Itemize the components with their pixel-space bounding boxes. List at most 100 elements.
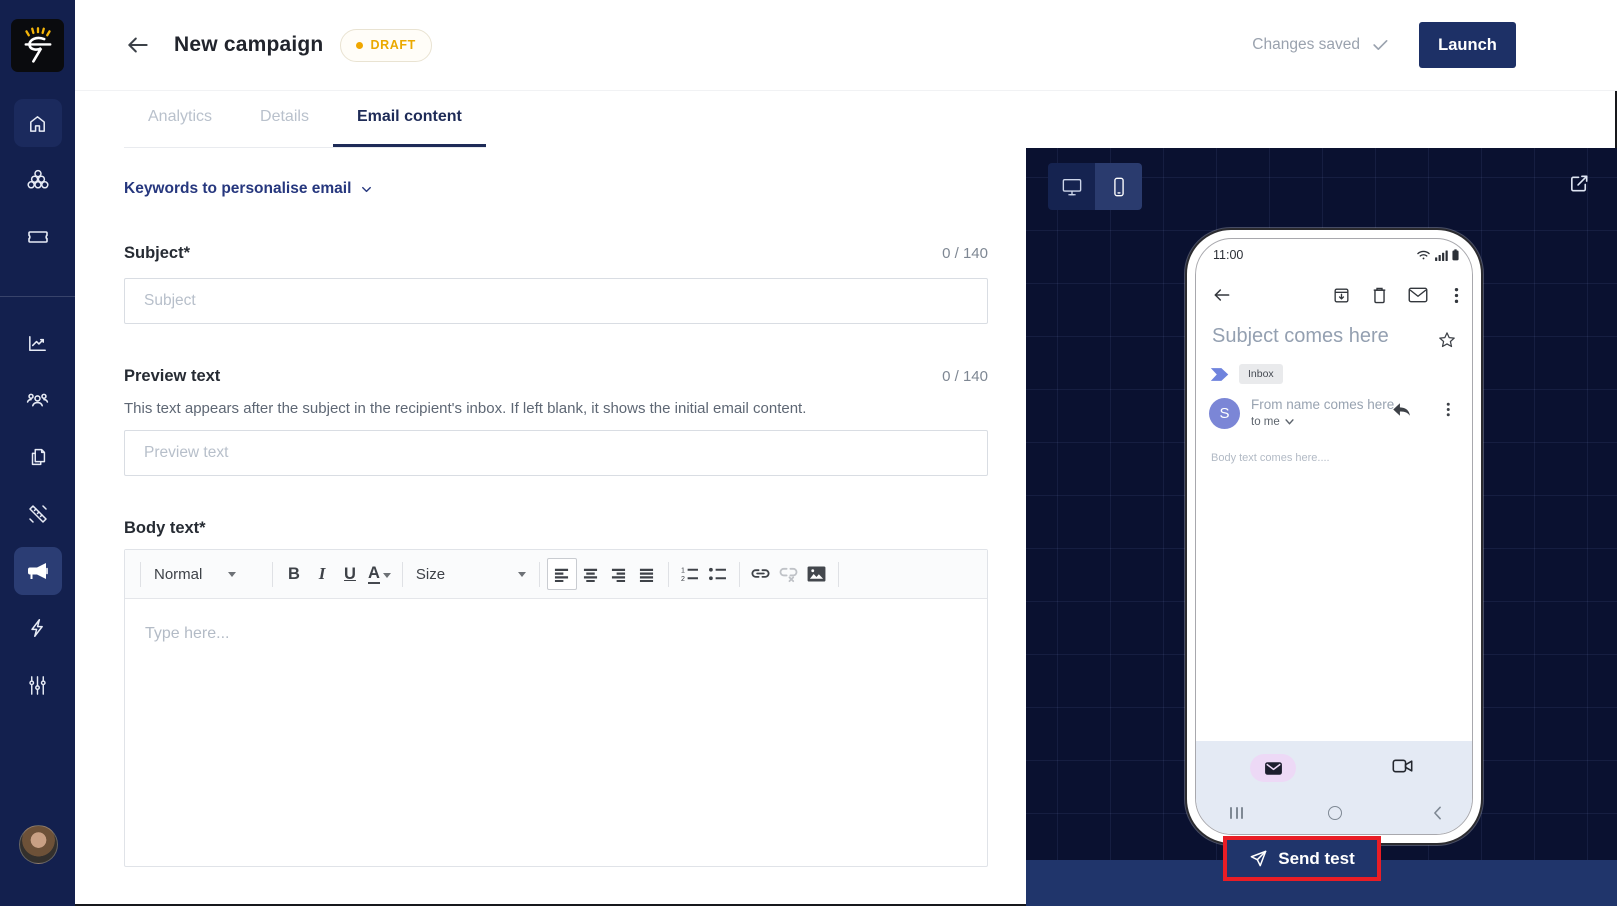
home-circle-icon [1328, 806, 1342, 820]
inbox-chip: Inbox [1239, 364, 1283, 384]
brand-logo[interactable] [11, 19, 64, 72]
reply-icon [1392, 401, 1412, 418]
sidebar-item-campaigns[interactable] [14, 547, 62, 595]
video-app-button [1392, 758, 1413, 774]
phone-email-subject: Subject comes here [1212, 325, 1389, 348]
phone-sender-row: S From name comes here to me [1209, 397, 1460, 437]
insert-image-button[interactable] [803, 559, 831, 589]
align-center-icon [582, 567, 599, 582]
send-test-label: Send test [1278, 849, 1355, 869]
subject-label: Subject* [124, 244, 190, 263]
preview-text-input[interactable] [124, 430, 988, 476]
sidebar-item-tickets[interactable] [14, 213, 62, 261]
align-left-button[interactable] [547, 558, 577, 590]
sidebar-item-analytics[interactable] [14, 319, 62, 367]
font-size-value: Size [416, 566, 445, 583]
to-me-label: to me [1251, 416, 1280, 428]
phone-status-icons [1416, 249, 1459, 261]
underline-button[interactable]: U [336, 559, 364, 589]
phone-mockup: 11:00 [1185, 228, 1483, 845]
back-button[interactable] [125, 32, 151, 58]
editor-toolbar: Normal B I U A Size [125, 550, 987, 599]
circles-cluster-icon [26, 168, 50, 192]
archive-icon [1332, 286, 1351, 305]
preview-helper-text: This text appears after the subject in t… [124, 400, 806, 417]
back-chevron-icon [1433, 806, 1442, 820]
keywords-label: Keywords to personalise email [124, 180, 351, 198]
sidebar-item-contacts[interactable] [14, 376, 62, 424]
trash-icon [1371, 286, 1388, 305]
send-test-button[interactable]: Send test [1223, 836, 1381, 881]
body-label-row: Body text* [124, 519, 988, 538]
text-color-button[interactable]: A [364, 564, 395, 585]
preview-label: Preview text [124, 367, 220, 386]
phone-label-row: Inbox [1209, 364, 1283, 384]
italic-button[interactable]: I [308, 559, 336, 589]
page-title: New campaign [174, 33, 323, 57]
align-center-button[interactable] [577, 559, 605, 589]
rich-text-editor: Normal B I U A Size [124, 549, 988, 867]
recents-icon [1230, 807, 1243, 819]
bold-button[interactable]: B [280, 559, 308, 589]
pencil-ruler-icon [26, 502, 50, 526]
sidebar-item-audiences[interactable] [14, 156, 62, 204]
svg-text:2: 2 [681, 576, 685, 582]
email-content-form: Keywords to personalise email Subject* 0… [124, 148, 988, 906]
body-placeholder: Type here... [145, 625, 230, 642]
mail-icon [1408, 287, 1428, 303]
insert-link-button[interactable] [747, 559, 775, 589]
android-nav-bar [1196, 805, 1472, 821]
body-text-area[interactable]: Type here... [125, 599, 987, 867]
tab-details[interactable]: Details [236, 90, 333, 147]
caret-down-icon [518, 572, 526, 577]
sidebar-item-automations[interactable] [14, 604, 62, 652]
back-arrow-icon [1212, 285, 1232, 305]
text-color-letter: A [368, 564, 380, 585]
ordered-list-button[interactable]: 1 2 [676, 559, 704, 589]
subject-input[interactable] [124, 278, 988, 324]
sidebar-item-settings[interactable] [14, 661, 62, 709]
phone-action-bar [1212, 285, 1459, 305]
keywords-toggle[interactable]: Keywords to personalise email [124, 180, 374, 198]
chevron-down-icon [1285, 419, 1294, 425]
phone-time: 11:00 [1213, 248, 1243, 262]
draft-label: DRAFT [370, 38, 415, 52]
autosave-label: Changes saved [1252, 36, 1360, 54]
unlink-icon [778, 566, 799, 583]
desktop-preview-button[interactable] [1048, 163, 1095, 210]
bullet-list-button[interactable] [704, 559, 732, 589]
desktop-icon [1061, 177, 1083, 197]
tab-analytics[interactable]: Analytics [124, 90, 236, 147]
font-size-select[interactable]: Size [410, 566, 532, 583]
launch-button[interactable]: Launch [1419, 22, 1516, 68]
sliders-icon [26, 674, 49, 697]
sidebar-item-design[interactable] [14, 490, 62, 538]
bullet-list-icon [708, 566, 727, 582]
paper-plane-icon [1249, 849, 1268, 868]
preview-label-row: Preview text 0 / 140 [124, 367, 988, 386]
justify-icon [638, 567, 655, 582]
sidebar-item-home[interactable] [14, 99, 62, 147]
tab-email-content[interactable]: Email content [333, 90, 486, 147]
ordered-list-icon: 1 2 [680, 566, 699, 582]
lightning-bolt-icon [27, 617, 49, 639]
user-avatar[interactable] [19, 825, 58, 864]
phone-status-bar: 11:00 [1213, 248, 1459, 262]
unlink-button[interactable] [775, 559, 803, 589]
app-window: New campaign DRAFT Changes saved Launch … [0, 0, 1617, 906]
header: New campaign DRAFT Changes saved Launch [75, 0, 1617, 91]
align-right-button[interactable] [605, 559, 633, 589]
mobile-preview-button[interactable] [1095, 163, 1142, 210]
justify-button[interactable] [633, 559, 661, 589]
sidebar-item-templates[interactable] [14, 433, 62, 481]
battery-icon [1452, 249, 1459, 261]
megaphone-icon [26, 559, 50, 583]
chart-line-icon [26, 332, 49, 355]
status-badge: DRAFT [340, 29, 431, 62]
wifi-icon [1416, 249, 1431, 261]
paragraph-format-value: Normal [154, 566, 202, 583]
recipient-row: to me [1251, 416, 1294, 428]
open-preview-external-button[interactable] [1568, 172, 1591, 195]
paragraph-format-select[interactable]: Normal [148, 566, 265, 583]
caret-down-icon [383, 573, 391, 578]
